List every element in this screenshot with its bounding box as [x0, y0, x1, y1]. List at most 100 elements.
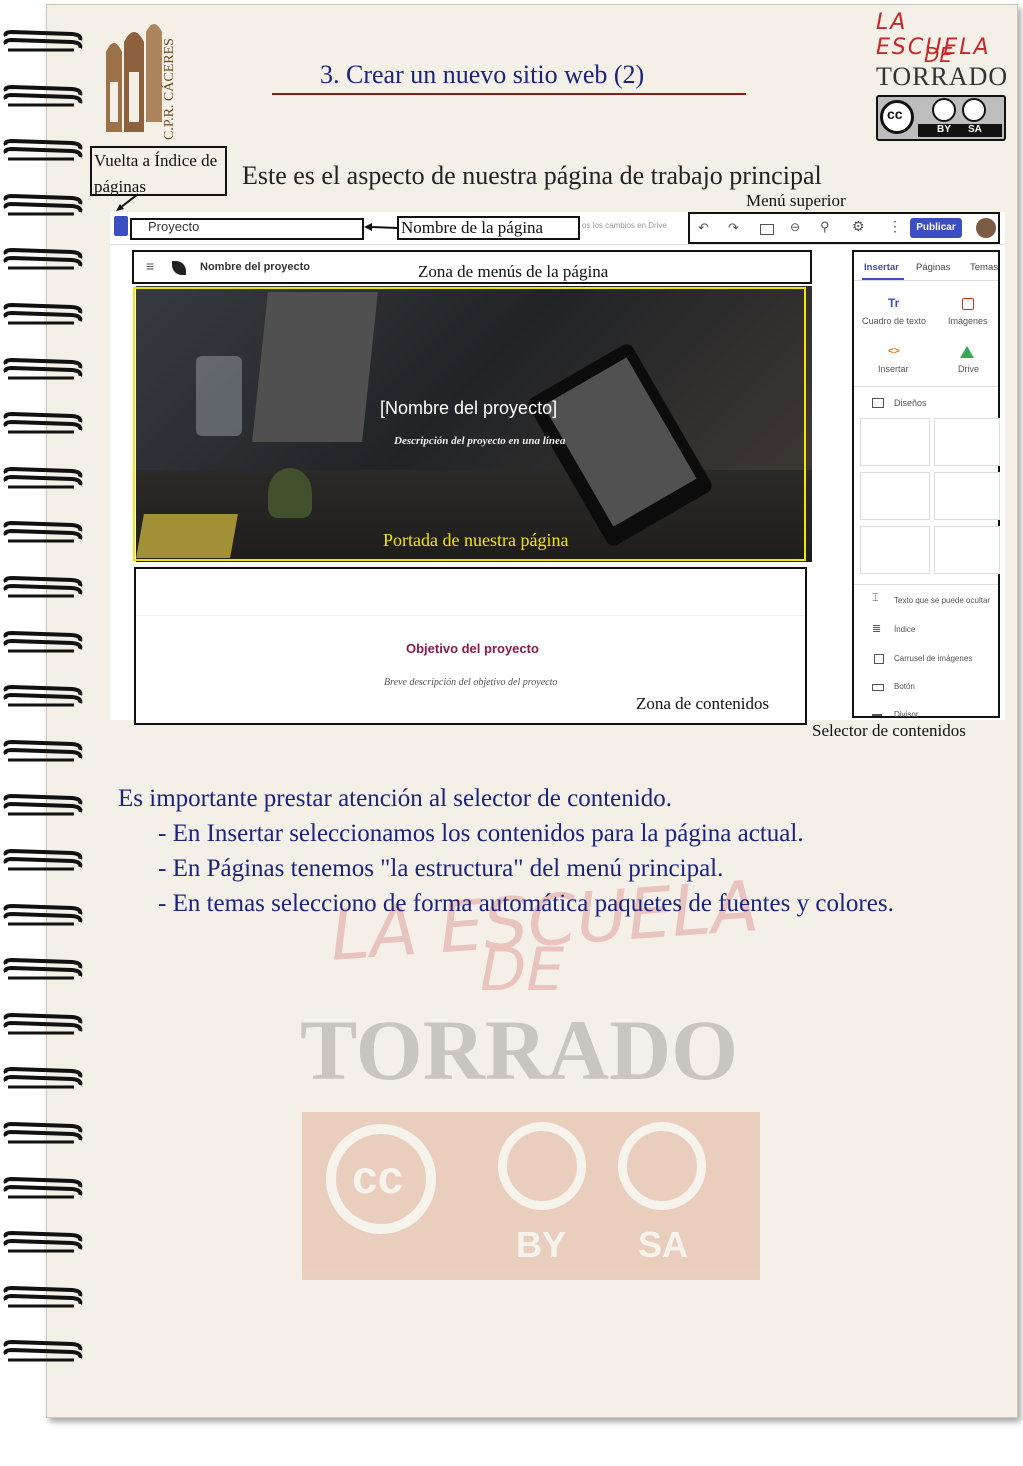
by-icon [932, 98, 956, 122]
spiral-ring-icon [2, 1176, 84, 1201]
watermark-line2: DE [480, 935, 565, 1005]
cpr-logo-text: C.P.R. CÁCERES [162, 38, 177, 140]
tab-temas[interactable]: Temas [970, 262, 998, 273]
hamburger-icon[interactable]: ≡ [146, 258, 154, 274]
back-to-index-note: Vuelta a Índice de páginas [90, 146, 227, 196]
button-icon [872, 684, 884, 691]
layout-tile-4[interactable] [934, 472, 1000, 520]
watermark-by-icon [498, 1122, 586, 1210]
collapsible-text-icon: ⌶ [872, 592, 879, 604]
settings-icon[interactable]: ⚙ [852, 218, 865, 235]
sites-logo-icon [114, 216, 128, 236]
index-icon: ≣ [872, 623, 882, 635]
brand-line3: TORRADO [876, 62, 1009, 91]
project-name-highlight [130, 218, 364, 240]
index-label[interactable]: Índice [894, 625, 915, 634]
spiral-ring-icon [2, 1067, 84, 1091]
tab-paginas[interactable]: Páginas [916, 262, 950, 273]
spiral-ring-icon [2, 1121, 84, 1146]
watermark: LA ESCUELA DE TORRADO cc BY SA [290, 865, 770, 1300]
body-item-paginas: - En Páginas tenemos "la estructura" del… [158, 855, 724, 882]
watermark-cc-label: cc [352, 1151, 404, 1203]
images-icon[interactable] [962, 298, 974, 310]
images-label[interactable]: Imágenes [948, 316, 988, 326]
spiral-ring-icon [2, 139, 84, 163]
spiral-ring-icon [2, 466, 84, 491]
avatar[interactable] [976, 218, 996, 238]
objective-title[interactable]: Objetivo del proyecto [406, 641, 539, 656]
saved-status: os los cambios en Drive [582, 221, 667, 230]
body-item-insertar: - En Insertar seleccionamos los contenid… [158, 820, 804, 847]
preview-icon[interactable] [760, 224, 774, 235]
spiral-ring-icon [2, 1340, 84, 1364]
cover-highlight [133, 287, 806, 561]
content-selector-panel: Insertar Páginas Temas Tr Cuadro de text… [852, 250, 1000, 719]
layout-tile-1[interactable] [860, 418, 930, 466]
panel-divider-1 [854, 386, 998, 387]
drive-icon[interactable] [960, 346, 974, 358]
page-name-note: Nombre de la página [397, 216, 580, 240]
watermark-sa-icon [618, 1122, 706, 1210]
spiral-ring-icon [2, 575, 84, 600]
share-icon[interactable]: ⚲ [820, 219, 830, 235]
watermark-sa-label: SA [638, 1224, 689, 1265]
layout-tile-6[interactable] [934, 526, 1000, 574]
spiral-ring-icon [2, 29, 84, 54]
redo-icon[interactable]: ↷ [728, 220, 739, 236]
embed-icon[interactable]: <> [888, 346, 900, 357]
content-zone-note: Zona de contenidos [636, 694, 770, 713]
spiral-ring-icon [2, 685, 84, 709]
divider-label[interactable]: Divisor [894, 710, 918, 719]
arrow-down-left-icon [116, 193, 139, 211]
text-box-icon[interactable]: Tr [888, 296, 899, 310]
layout-tile-5[interactable] [860, 526, 930, 574]
layouts-icon [872, 398, 884, 408]
spiral-ring-icon [2, 958, 84, 982]
spiral-ring-icon [2, 521, 84, 545]
spiral-ring-icon [2, 1231, 84, 1255]
drive-label[interactable]: Drive [958, 364, 979, 374]
content-selector-note: Selector de contenidos [812, 721, 966, 740]
link-icon[interactable]: ⊖ [790, 220, 800, 234]
spiral-ring-icon [2, 248, 84, 272]
spiral-ring-icon [2, 412, 84, 436]
subtitle: Este es el aspecto de nuestra página de … [242, 161, 822, 190]
spiral-ring-icon [2, 302, 84, 327]
layouts-label: Diseños [894, 398, 927, 408]
divider-icon [872, 714, 882, 716]
spiral-ring-icon [2, 1012, 84, 1037]
carousel-label[interactable]: Carrusel de imágenes [894, 654, 972, 663]
spiral-ring-icon [2, 739, 84, 764]
by-label: BY [937, 124, 951, 135]
spiral-ring-icon [2, 794, 84, 818]
watermark-line3: TORRADO [300, 1002, 739, 1098]
title-underline [272, 93, 746, 95]
text-box-label[interactable]: Cuadro de texto [862, 316, 926, 326]
site-name[interactable]: Nombre del proyecto [200, 261, 310, 273]
tab-insertar[interactable]: Insertar [864, 262, 899, 273]
cc-license-badge: cc BY SA [876, 95, 1006, 141]
content-divider [136, 615, 805, 616]
layout-tile-2[interactable] [934, 418, 1000, 466]
sa-icon [962, 98, 986, 122]
leaf-icon [172, 261, 186, 275]
more-icon[interactable]: ⋮ [888, 218, 902, 235]
content-zone: Objetivo del proyecto Breve descripción … [134, 567, 807, 725]
publish-button[interactable]: Publicar [910, 218, 962, 238]
page-name-label: Nombre de la página [401, 218, 544, 237]
button-label[interactable]: Botón [894, 682, 915, 691]
undo-icon[interactable]: ↶ [698, 220, 709, 236]
site-menu-zone: ≡ Nombre del proyecto Zona de menús de l… [132, 250, 812, 284]
panel-divider-2 [854, 584, 998, 585]
objective-description[interactable]: Breve descripción del objetivo del proye… [384, 677, 557, 688]
layout-tile-3[interactable] [860, 472, 930, 520]
embed-label[interactable]: Insertar [878, 364, 909, 374]
top-menu-toolbar: ↶ ↷ ⊖ ⚲ ⚙ ⋮ Publicar [688, 212, 1000, 244]
body-intro: Es importante prestar atención al select… [118, 785, 672, 812]
sa-label: SA [968, 124, 982, 135]
collapsible-text-label[interactable]: Texto que se puede ocultar [894, 596, 990, 605]
spiral-ring-icon [2, 848, 84, 873]
spiral-ring-icon [2, 903, 84, 928]
menu-zone-note: Zona de menús de la página [418, 262, 609, 281]
cover-note: Portada de nuestra página [383, 530, 569, 550]
